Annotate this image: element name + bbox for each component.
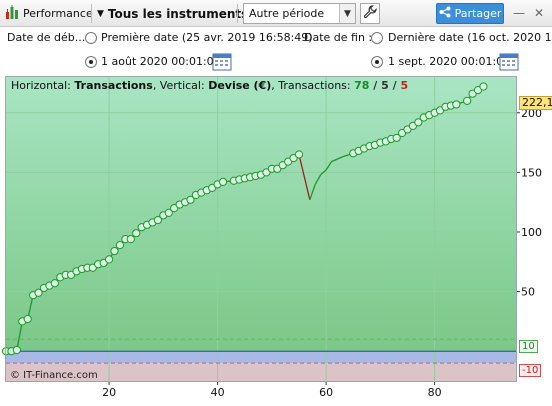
y-tick-label: 50	[521, 286, 535, 299]
transactions-sep: /	[369, 79, 382, 92]
horizontal-prefix: Horizontal:	[11, 79, 75, 92]
x-tick-label: 60	[319, 386, 333, 399]
transactions-prefix: , Transactions:	[271, 79, 355, 92]
vertical-value: Devise (€)	[208, 79, 272, 92]
transactions-neutral: 5	[381, 79, 389, 92]
chart-frame	[5, 76, 517, 382]
negative-threshold-badge: -10	[519, 364, 542, 377]
x-tick-label: 40	[211, 386, 225, 399]
transactions-total: 78	[354, 79, 370, 92]
x-tick-label: 20	[102, 386, 116, 399]
watermark: © IT-Finance.com	[10, 370, 98, 381]
transactions-sep: /	[388, 79, 401, 92]
last-value-badge: 222,1	[519, 96, 552, 110]
horizontal-value: Transactions	[74, 79, 153, 92]
chart-header: Horizontal: Transactions, Vertical: Devi…	[11, 79, 408, 92]
vertical-prefix: , Vertical:	[152, 79, 209, 92]
positive-threshold-badge: 10	[519, 340, 538, 353]
y-tick-label: 100	[521, 226, 542, 239]
x-tick-label: 80	[428, 386, 442, 399]
transactions-losing: 5	[400, 79, 409, 92]
performance-window: Performance ▼ Tous les instruments Autre…	[0, 0, 552, 406]
y-tick-label: 150	[521, 166, 542, 179]
